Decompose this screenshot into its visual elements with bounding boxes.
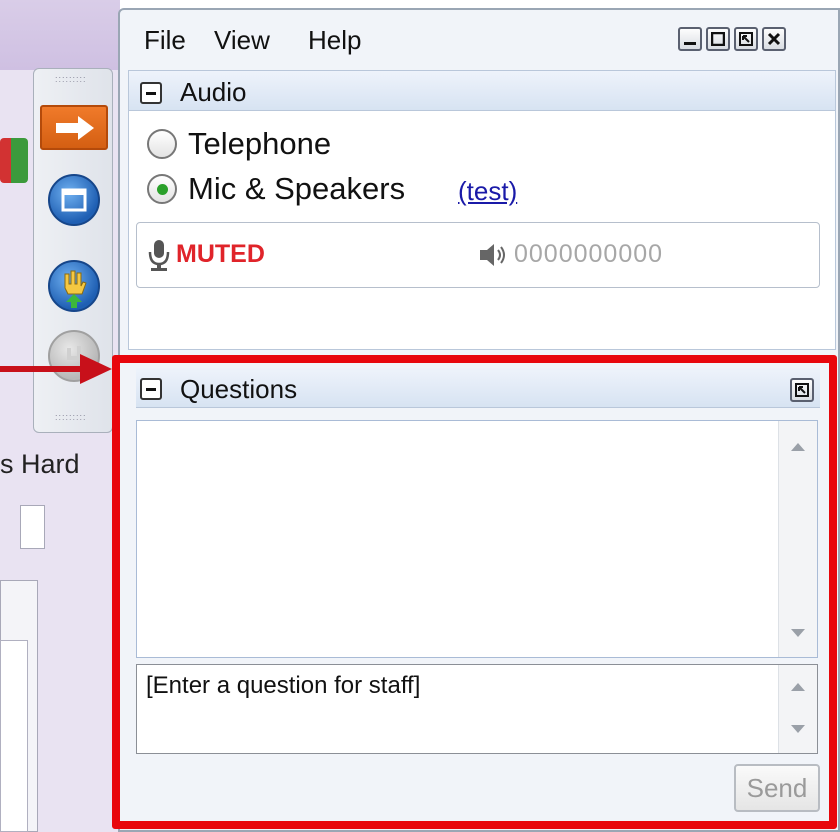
raise-hand-icon bbox=[64, 270, 87, 308]
restore-button[interactable] bbox=[734, 27, 758, 51]
background-app-text: s Hard bbox=[0, 449, 80, 479]
mic-speakers-radio[interactable] bbox=[147, 174, 177, 204]
muted-status: MUTED bbox=[176, 240, 265, 268]
background-app-subpanel bbox=[0, 640, 28, 832]
close-icon bbox=[767, 32, 781, 46]
background-app-header bbox=[0, 0, 120, 70]
toolbar-grip-bottom[interactable]: :::::::::: bbox=[55, 414, 85, 420]
volume-level-meter: 0000000000 bbox=[514, 240, 664, 268]
telephone-radio[interactable] bbox=[147, 129, 177, 159]
collapse-icon[interactable] bbox=[140, 82, 162, 104]
telephone-label[interactable]: Telephone bbox=[188, 126, 331, 162]
background-app-indicator bbox=[0, 138, 28, 183]
minimize-icon bbox=[684, 42, 696, 45]
close-button[interactable] bbox=[762, 27, 786, 51]
background-app-tab bbox=[20, 505, 45, 549]
toolbar-grip-top[interactable]: :::::::::: bbox=[55, 76, 85, 82]
maximize-button[interactable] bbox=[706, 27, 730, 51]
restore-icon bbox=[739, 32, 753, 46]
menu-bar: File View Help bbox=[130, 22, 650, 62]
screen-button[interactable] bbox=[48, 174, 100, 226]
menu-file[interactable]: File bbox=[144, 22, 186, 62]
audio-panel-title: Audio bbox=[180, 77, 247, 107]
menu-view[interactable]: View bbox=[214, 22, 270, 62]
maximize-icon bbox=[711, 32, 725, 46]
audio-test-link[interactable]: (test) bbox=[458, 176, 517, 207]
microphone-icon[interactable] bbox=[146, 238, 172, 272]
show-hide-panel-button[interactable] bbox=[40, 105, 108, 150]
menu-help[interactable]: Help bbox=[308, 22, 361, 62]
mic-speakers-label[interactable]: Mic & Speakers bbox=[188, 171, 405, 207]
arrow-right-icon bbox=[56, 116, 94, 140]
window-icon bbox=[61, 188, 87, 212]
minimize-button[interactable] bbox=[678, 27, 702, 51]
annotation-arrow-icon bbox=[0, 354, 112, 384]
questions-highlight-outline bbox=[112, 355, 837, 829]
audio-panel bbox=[128, 70, 836, 350]
raise-hand-button[interactable] bbox=[48, 260, 100, 312]
speaker-icon bbox=[480, 244, 505, 266]
